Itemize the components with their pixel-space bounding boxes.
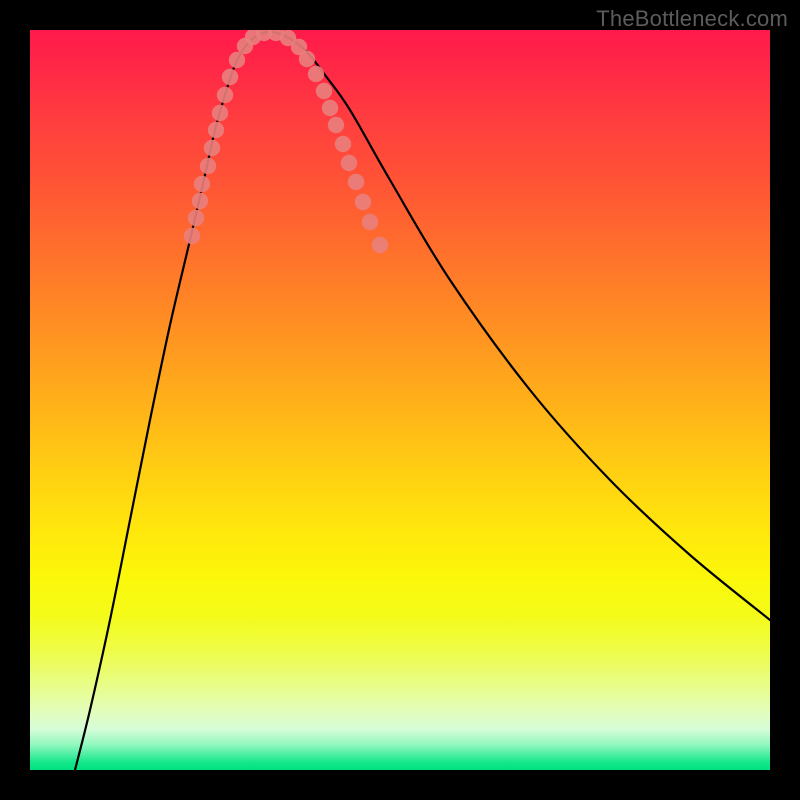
- data-point: [308, 66, 324, 82]
- data-point: [200, 158, 216, 174]
- plot-area: [30, 30, 770, 770]
- data-point: [194, 176, 210, 192]
- bottleneck-curve: [75, 32, 770, 770]
- data-point: [192, 193, 208, 209]
- data-point: [372, 237, 388, 253]
- data-points-group: [184, 30, 388, 253]
- data-point: [362, 214, 378, 230]
- data-point: [355, 194, 371, 210]
- data-point: [188, 210, 204, 226]
- data-point: [212, 105, 228, 121]
- attribution-text: TheBottleneck.com: [596, 6, 788, 32]
- data-point: [341, 155, 357, 171]
- data-point: [348, 174, 364, 190]
- data-point: [229, 52, 245, 68]
- data-point: [184, 228, 200, 244]
- data-point: [335, 136, 351, 152]
- outer-frame: TheBottleneck.com: [0, 0, 800, 800]
- chart-svg: [30, 30, 770, 770]
- data-point: [322, 100, 338, 116]
- data-point: [316, 83, 332, 99]
- data-point: [299, 51, 315, 67]
- data-point: [217, 87, 233, 103]
- data-point: [328, 117, 344, 133]
- data-point: [222, 69, 238, 85]
- data-point: [208, 122, 224, 138]
- data-point: [204, 140, 220, 156]
